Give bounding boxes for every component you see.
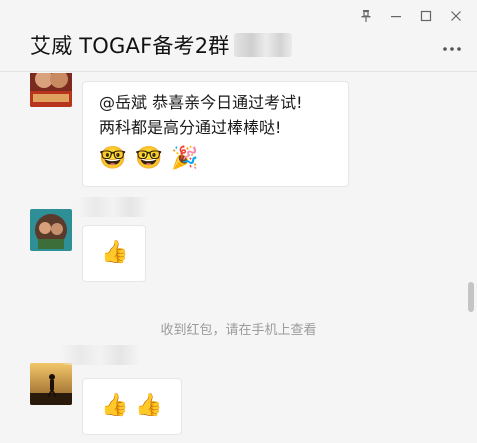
pin-icon[interactable]: [351, 6, 381, 26]
system-message: 收到红包，请在手机上查看: [160, 323, 317, 338]
chat-message-area[interactable]: @岳斌 恭喜亲今日通过考试! 两科都是高分通过棒棒哒! 🤓 🤓 🎉 👍 收到红包…: [0, 73, 477, 443]
minimize-icon[interactable]: [381, 6, 411, 26]
message-bubble-3[interactable]: 👍 👍: [82, 378, 182, 435]
blurred-title-suffix: [233, 33, 292, 57]
chat-header: 艾威 TOGAF备考2群: [0, 0, 477, 72]
show-off-666-emoji: 🤓: [99, 146, 127, 171]
close-icon[interactable]: [441, 6, 471, 26]
chat-title-area: 艾威 TOGAF备考2群: [30, 30, 292, 60]
avatar-2[interactable]: [30, 209, 72, 251]
chat-scrollbar[interactable]: [468, 282, 474, 312]
thumbs-up-emoji: 👍: [135, 393, 163, 418]
message-line-1: @岳斌 恭喜亲今日通过考试!: [99, 93, 303, 112]
thumbs-up-emoji: 👍: [101, 393, 129, 418]
chat-title: 艾威 TOGAF备考2群: [30, 34, 230, 58]
message-bubble-2[interactable]: 👍: [82, 225, 146, 282]
show-off-666-emoji: 🤓: [135, 146, 163, 171]
message-bubble-1[interactable]: @岳斌 恭喜亲今日通过考试! 两科都是高分通过棒棒哒! 🤓 🤓 🎉: [82, 81, 349, 187]
maximize-icon[interactable]: [411, 6, 441, 26]
thumbs-up-emoji: 👍: [101, 240, 129, 265]
blurred-sender-name: [60, 345, 140, 365]
window-controls: [351, 6, 471, 26]
more-dots-icon[interactable]: [441, 42, 463, 56]
party-popper-emoji: 🎉: [171, 146, 199, 171]
blurred-sender-name: [78, 197, 148, 217]
avatar-1[interactable]: [30, 73, 72, 107]
avatar-3[interactable]: [30, 363, 72, 405]
message-line-2: 两科都是高分通过棒棒哒!: [99, 118, 282, 137]
